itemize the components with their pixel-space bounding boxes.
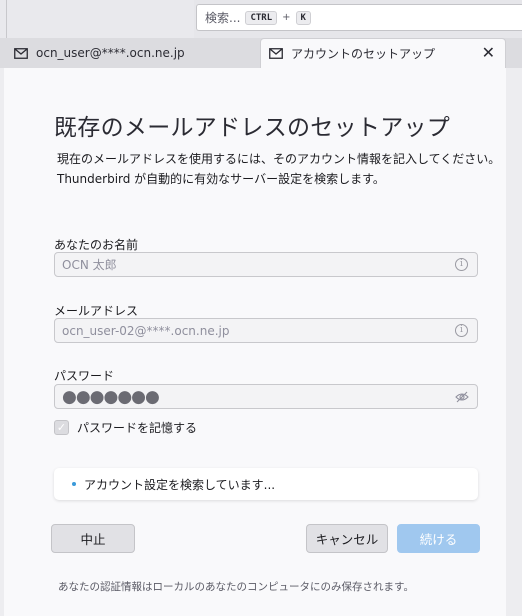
- name-field[interactable]: OCN 太郎 i: [54, 252, 478, 277]
- email-value: ocn_user-02@****.ocn.ne.jp: [62, 323, 230, 338]
- footer-note: あなたの認証情報はローカルのあなたのコンピュータにのみ保存されます。: [58, 581, 414, 593]
- search-placeholder: 検索...: [205, 11, 241, 25]
- name-label: あなたのお名前: [54, 238, 139, 252]
- tab-strip: ocn_user@****.ocn.ne.jp アカウントのセットアップ ✕: [0, 38, 522, 68]
- status-text: アカウント設定を検索しています...: [84, 477, 276, 492]
- toolbar-left-area: [0, 0, 194, 38]
- password-label: パスワード: [54, 369, 115, 383]
- tab-label: アカウントのセットアップ: [291, 47, 436, 61]
- cancel-button[interactable]: キャンセル: [306, 524, 388, 553]
- info-icon[interactable]: i: [455, 324, 468, 337]
- remember-password-row[interactable]: ✓ パスワードを記憶する: [54, 419, 197, 436]
- page-title: 既存のメールアドレスのセットアップ: [54, 115, 451, 141]
- shortcut-plus: +: [282, 12, 291, 23]
- tab-mail-account[interactable]: ocn_user@****.ocn.ne.jp: [0, 38, 258, 68]
- remember-password-checkbox[interactable]: ✓: [54, 420, 69, 435]
- close-icon[interactable]: ✕: [482, 45, 495, 61]
- toolbar: 検索... CTRL + K: [0, 0, 522, 38]
- shortcut-key-k: K: [295, 10, 311, 25]
- intro-line-1: 現在のメールアドレスを使用するには、そのアカウント情報を記入してください。: [57, 152, 501, 166]
- name-value: OCN 太郎: [62, 258, 117, 272]
- stop-button[interactable]: 中止: [51, 524, 135, 553]
- status-box: アカウント設定を検索しています...: [54, 468, 478, 500]
- continue-button[interactable]: 続ける: [397, 524, 480, 553]
- search-box[interactable]: 検索... CTRL + K: [196, 4, 522, 31]
- intro-line-2: Thunderbird が自動的に有効なサーバー設定を検索します。: [57, 172, 385, 186]
- email-label: メールアドレス: [54, 304, 139, 318]
- info-icon[interactable]: i: [455, 258, 468, 271]
- password-value: ●●●●●●●: [62, 386, 160, 407]
- shortcut-key-ctrl: CTRL: [245, 10, 278, 25]
- tab-label: ocn_user@****.ocn.ne.jp: [36, 46, 185, 60]
- intro-text: 現在のメールアドレスを使用するには、そのアカウント情報を記入してください。 Th…: [57, 149, 500, 189]
- account-setup-panel: 既存のメールアドレスのセットアップ 現在のメールアドレスを使用するには、そのアカ…: [4, 68, 506, 616]
- tab-account-setup[interactable]: アカウントのセットアップ ✕: [260, 38, 506, 68]
- email-field[interactable]: ocn_user-02@****.ocn.ne.jp i: [54, 318, 478, 343]
- eye-icon[interactable]: [455, 391, 469, 403]
- mail-icon: [14, 47, 28, 59]
- status-bullet-icon: [72, 482, 76, 486]
- password-field[interactable]: ●●●●●●●: [54, 384, 478, 409]
- remember-password-label: パスワードを記憶する: [77, 421, 198, 435]
- mail-icon: [269, 48, 283, 59]
